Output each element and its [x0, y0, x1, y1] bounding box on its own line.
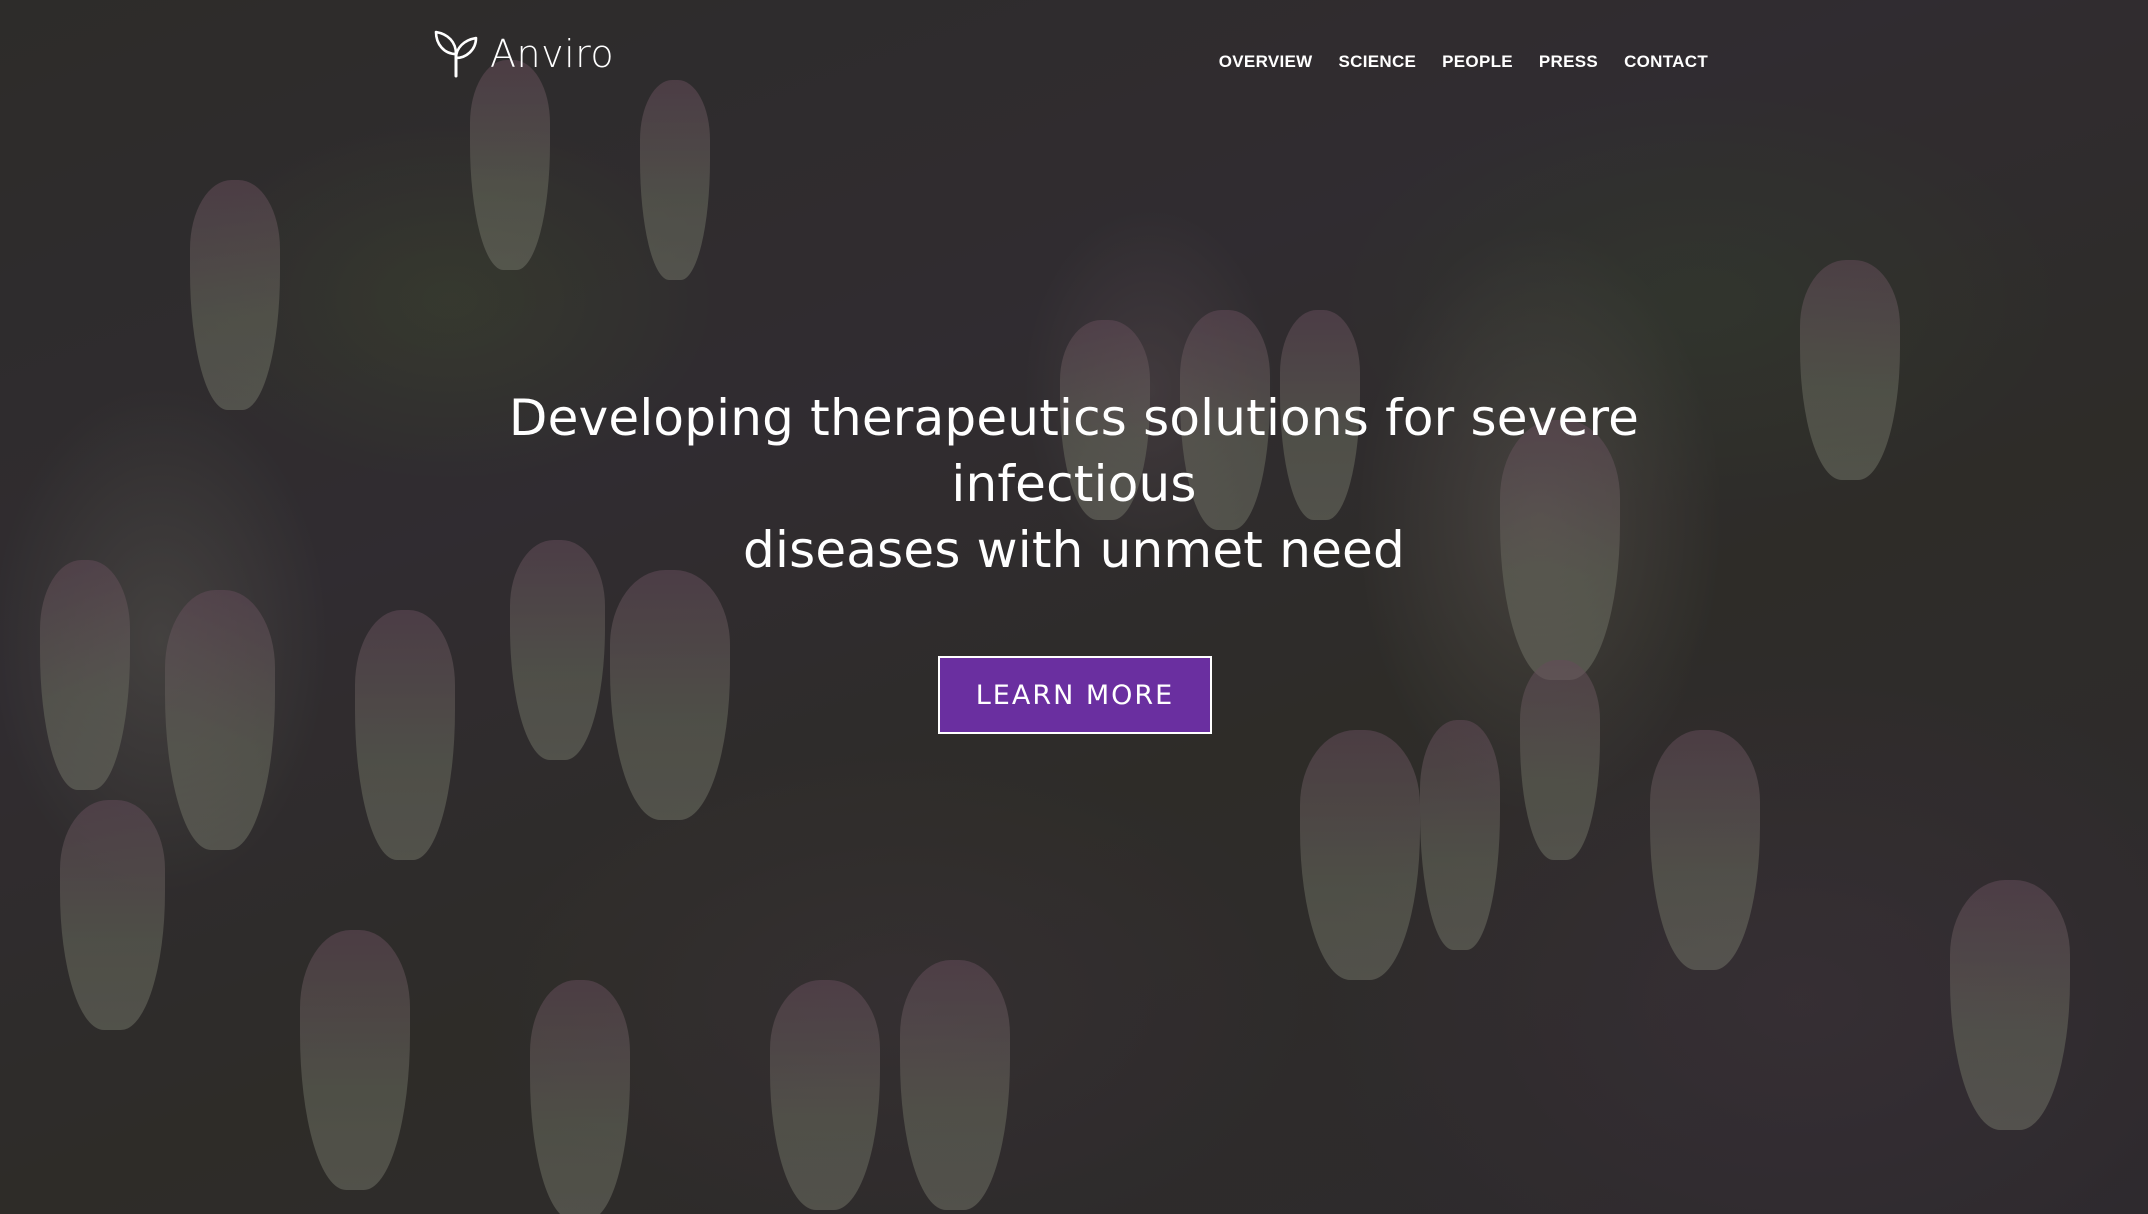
hero-headline-line1: Developing therapeutics solutions for se… — [508, 389, 1640, 513]
main-nav: OVERVIEW SCIENCE PEOPLE PRESS CONTACT — [1219, 52, 1708, 72]
brand-logo[interactable]: Anviro — [430, 28, 614, 80]
top-navbar: Anviro OVERVIEW SCIENCE PEOPLE PRESS CON… — [0, 0, 2148, 120]
nav-item-press[interactable]: PRESS — [1539, 52, 1598, 72]
nav-item-overview[interactable]: OVERVIEW — [1219, 52, 1313, 72]
nav-item-science[interactable]: SCIENCE — [1338, 52, 1416, 72]
sprout-icon — [434, 30, 478, 78]
brand-name: Anviro — [490, 32, 615, 76]
nav-item-people[interactable]: PEOPLE — [1442, 52, 1513, 72]
learn-more-button[interactable]: LEARN MORE — [938, 656, 1212, 734]
hero-headline-line2: diseases with unmet need — [743, 521, 1405, 579]
hero-section: Anviro OVERVIEW SCIENCE PEOPLE PRESS CON… — [0, 0, 2148, 1214]
nav-item-contact[interactable]: CONTACT — [1624, 52, 1708, 72]
hero-headline: Developing therapeutics solutions for se… — [424, 385, 1724, 583]
dark-overlay — [0, 0, 2148, 1214]
